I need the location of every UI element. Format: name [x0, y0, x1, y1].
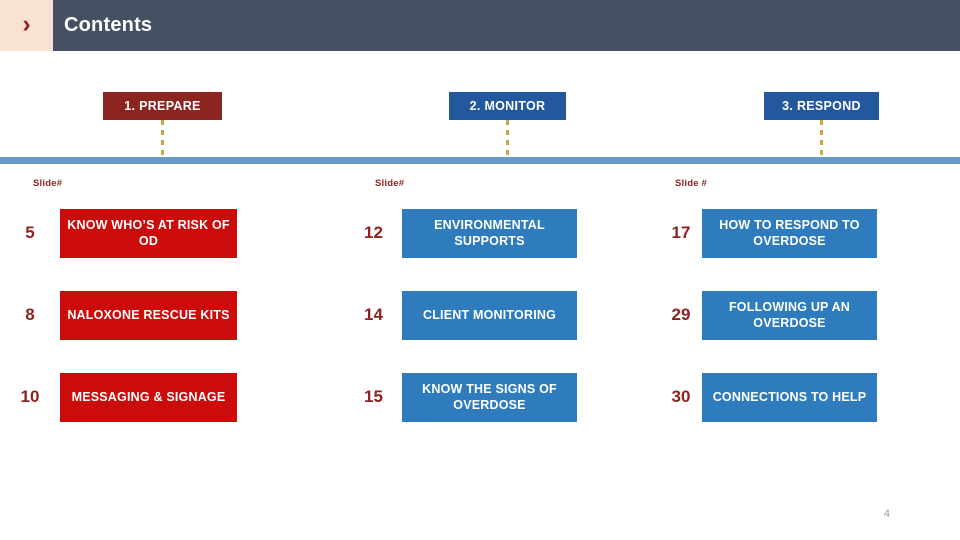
topic-button[interactable]: MESSAGING & SIGNAGE [60, 372, 237, 422]
table-row[interactable]: 30 CONNECTIONS TO HELP [660, 356, 960, 438]
slide-number: 12 [364, 223, 383, 242]
slide-number-header: Slide# [375, 178, 405, 189]
table-row[interactable]: 15 KNOW THE SIGNS OF OVERDOSE [345, 356, 660, 438]
topic-button[interactable]: KNOW THE SIGNS OF OVERDOSE [402, 372, 577, 422]
phase-connector-monitor [506, 120, 509, 162]
phase-column-prepare: Slide# 5 KNOW WHO’S AT RISK OF OD 8 NALO… [0, 178, 330, 438]
table-row[interactable]: 17 HOW TO RESPOND TO OVERDOSE [660, 192, 960, 274]
slide-number: 8 [25, 305, 35, 324]
slide-number: 17 [671, 223, 691, 242]
slide-number: 10 [20, 387, 40, 406]
chevron-accent-block: › [0, 0, 53, 51]
phase-column-respond: Slide # 17 HOW TO RESPOND TO OVERDOSE 29… [660, 178, 960, 438]
topic-button[interactable]: FOLLOWING UP AN OVERDOSE [702, 290, 877, 340]
table-row[interactable]: 14 CLIENT MONITORING [345, 274, 660, 356]
phase-connector-prepare [161, 120, 164, 162]
slide-number: 14 [364, 305, 383, 324]
slide-number: 5 [25, 223, 35, 242]
slide-number: 29 [671, 305, 691, 324]
phase-label-prepare: 1. PREPARE [103, 92, 222, 120]
slide-number-header: Slide# [33, 178, 63, 189]
chevron-right-icon: › [22, 10, 31, 38]
phase-column-monitor: Slide# 12 ENVIRONMENTAL SUPPORTS 14 CLIE… [345, 178, 660, 438]
page-title: Contents [64, 14, 153, 36]
phase-label-monitor: 2. MONITOR [449, 92, 566, 120]
table-row[interactable]: 8 NALOXONE RESCUE KITS [0, 274, 330, 356]
table-row[interactable]: 5 KNOW WHO’S AT RISK OF OD [0, 192, 330, 274]
phase-connector-respond [820, 120, 823, 162]
topic-button[interactable]: ENVIRONMENTAL SUPPORTS [402, 208, 577, 258]
slide-number: 15 [364, 387, 383, 406]
topic-button[interactable]: CLIENT MONITORING [402, 290, 577, 340]
slide-number-header: Slide # [675, 178, 708, 189]
table-row[interactable]: 10 MESSAGING & SIGNAGE [0, 356, 330, 438]
topic-button[interactable]: NALOXONE RESCUE KITS [60, 290, 237, 340]
topic-button[interactable]: HOW TO RESPOND TO OVERDOSE [702, 208, 877, 258]
table-row[interactable]: 12 ENVIRONMENTAL SUPPORTS [345, 192, 660, 274]
slide-number: 30 [671, 387, 691, 406]
table-row[interactable]: 29 FOLLOWING UP AN OVERDOSE [660, 274, 960, 356]
section-divider [0, 157, 960, 164]
phase-label-respond: 3. RESPOND [764, 92, 879, 120]
topic-button[interactable]: CONNECTIONS TO HELP [702, 372, 877, 422]
slide-title-bar: › Contents [0, 0, 960, 51]
page-number: 4 [883, 508, 890, 520]
topic-button[interactable]: KNOW WHO’S AT RISK OF OD [60, 208, 237, 258]
